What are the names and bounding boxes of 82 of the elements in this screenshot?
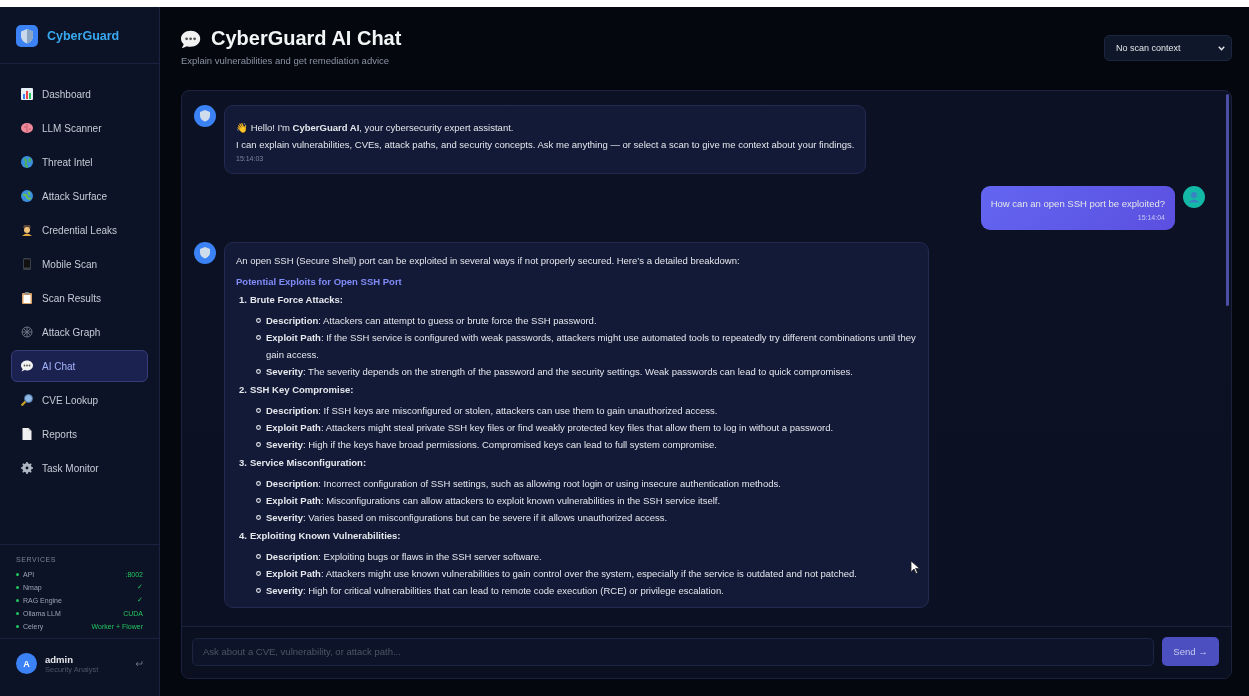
bot-avatar-icon: [194, 242, 216, 264]
scrollbar[interactable]: [1226, 94, 1229, 306]
nav-item[interactable]: Reports: [11, 418, 148, 450]
list-item-text: Exploit Path: Attackers might steal private SSH key files or find weakly protected key files that allow them to log in without a password.: [266, 421, 834, 435]
nav-item[interactable]: Attack Graph: [11, 316, 148, 348]
network-icon: [21, 326, 33, 338]
section-title: Exploiting Known Vulnerabilities:: [249, 529, 401, 543]
nav-item[interactable]: Credential Leaks: [11, 214, 148, 246]
bullet-icon: [256, 515, 261, 520]
user-name: admin: [45, 653, 74, 665]
list-number: 3.: [239, 456, 247, 470]
message-text: I can explain vulnerabilities, CVEs, attack paths, and security concepts. Ask me anything — or select a scan to give me context about your findings.: [236, 138, 855, 152]
user-avatar-icon: [1183, 186, 1205, 208]
bullet-icon: [256, 554, 261, 559]
nav-item[interactable]: CVE Lookup: [11, 384, 148, 416]
document-icon: [21, 428, 33, 440]
list-item-text: Severity: Varies based on misconfigurations but can be severe if it allows unauthorized access.: [266, 511, 668, 525]
list-item-text: Description: Exploiting bugs or flaws in the SSH server software.: [266, 550, 542, 564]
message-text: An open SSH (Secure Shell) port can be exploited in several ways if not properly secured. Here’s a detailed breakdown:: [236, 254, 741, 268]
bullet-icon: [256, 588, 261, 593]
message-text: How can an open SSH port be exploited?: [990, 197, 1165, 211]
cursor-icon: [910, 560, 920, 574]
page-title: CyberGuard AI Chat: [211, 27, 402, 50]
bot-avatar-icon: [194, 105, 216, 127]
scan-context-dropdown[interactable]: No scan context: [1104, 35, 1232, 61]
bullet-icon: [256, 571, 261, 576]
page-subtitle: Explain vulnerabilities and get remediation advice: [181, 55, 391, 66]
nav-item[interactable]: LLM Scanner: [11, 112, 148, 144]
list-item-text: Description: If SSH keys are misconfigured or stolen, attackers can use them to gain unauthorized access.: [266, 404, 718, 418]
chat-bubble-icon: [181, 29, 201, 48]
phone-icon: [21, 258, 33, 270]
list-number: 2.: [239, 383, 247, 397]
nav-item[interactable]: Mobile Scan: [11, 248, 148, 280]
status-dot: [16, 624, 19, 628]
list-item-text: Exploit Path: Attackers might use known vulnerabilities to gain control over the system, especially if the service is outdated and not patched.: [266, 567, 857, 581]
list-number: 4.: [239, 529, 247, 543]
bullet-icon: [256, 318, 261, 323]
brain-icon: [21, 122, 33, 134]
globe-icon: [21, 156, 33, 168]
shield-logo-icon: [16, 24, 38, 47]
list-item-text: Description: Incorrect configuration of SSH settings, such as allowing root login or using insecure authentication methods.: [266, 477, 781, 491]
answer-heading: Potential Exploits for Open SSH Port: [236, 275, 403, 289]
gear-icon: [21, 462, 33, 474]
chat-bubble-icon: [21, 360, 33, 372]
user-avatar: A: [16, 653, 37, 674]
send-button[interactable]: Send →: [1162, 637, 1219, 666]
list-item-text: Severity: High for critical vulnerabilities that can lead to remote code execution (RCE) or privilege escalation.: [266, 584, 724, 598]
section-title: Service Misconfiguration:: [249, 456, 367, 470]
section-title: SSH Key Compromise:: [249, 383, 354, 397]
magnifier-icon: [21, 394, 33, 406]
nav-item[interactable]: Scan Results: [11, 282, 148, 314]
nav-item[interactable]: Threat Intel: [11, 146, 148, 178]
detective-icon: [21, 224, 33, 236]
status-dot: [16, 598, 19, 602]
bullet-icon: [256, 335, 261, 340]
message-text: 👋 Hello! I'm CyberGuard AI, your cybersecurity expert assistant.: [236, 121, 515, 135]
bullet-icon: [256, 498, 261, 503]
chevron-down-icon: [1218, 45, 1225, 51]
logout-icon[interactable]: [135, 660, 143, 667]
clipboard-icon: [21, 292, 33, 304]
nav-item[interactable]: AI Chat: [11, 350, 148, 382]
list-item-text: Severity: High if the keys have broad permissions. Compromised keys can lead to full system compromise.: [266, 438, 717, 452]
status-dot: [16, 572, 19, 576]
list-item-text: Exploit Path: Misconfigurations can allow attackers to exploit known vulnerabilities in the SSH service itself.: [266, 494, 721, 508]
list-item-text: Exploit Path: If the SSH service is configured with weak passwords, attackers might use automated tools to repeatedly try different combinations until they gain access.: [266, 331, 917, 362]
nav-item[interactable]: Dashboard: [11, 78, 148, 110]
section-title: Brute Force Attacks:: [249, 293, 344, 307]
globe-icon: [21, 190, 33, 202]
bullet-icon: [256, 408, 261, 413]
bullet-icon: [256, 481, 261, 486]
nav-item[interactable]: Attack Surface: [11, 180, 148, 212]
bullet-icon: [256, 369, 261, 374]
list-item-text: Severity: The severity depends on the strength of the password and the security settings. Weak passwords can lead to quick compromises.: [266, 365, 853, 379]
bullet-icon: [256, 442, 261, 447]
list-number: 1.: [239, 293, 247, 307]
brand-name: CyberGuard: [47, 28, 120, 43]
status-dot: [16, 611, 19, 615]
nav-item[interactable]: Task Monitor: [11, 452, 148, 484]
bar-chart-icon: [21, 88, 33, 100]
status-dot: [16, 585, 19, 589]
bullet-icon: [256, 425, 261, 430]
list-item-text: Description: Attackers can attempt to guess or brute force the SSH password.: [266, 314, 597, 328]
